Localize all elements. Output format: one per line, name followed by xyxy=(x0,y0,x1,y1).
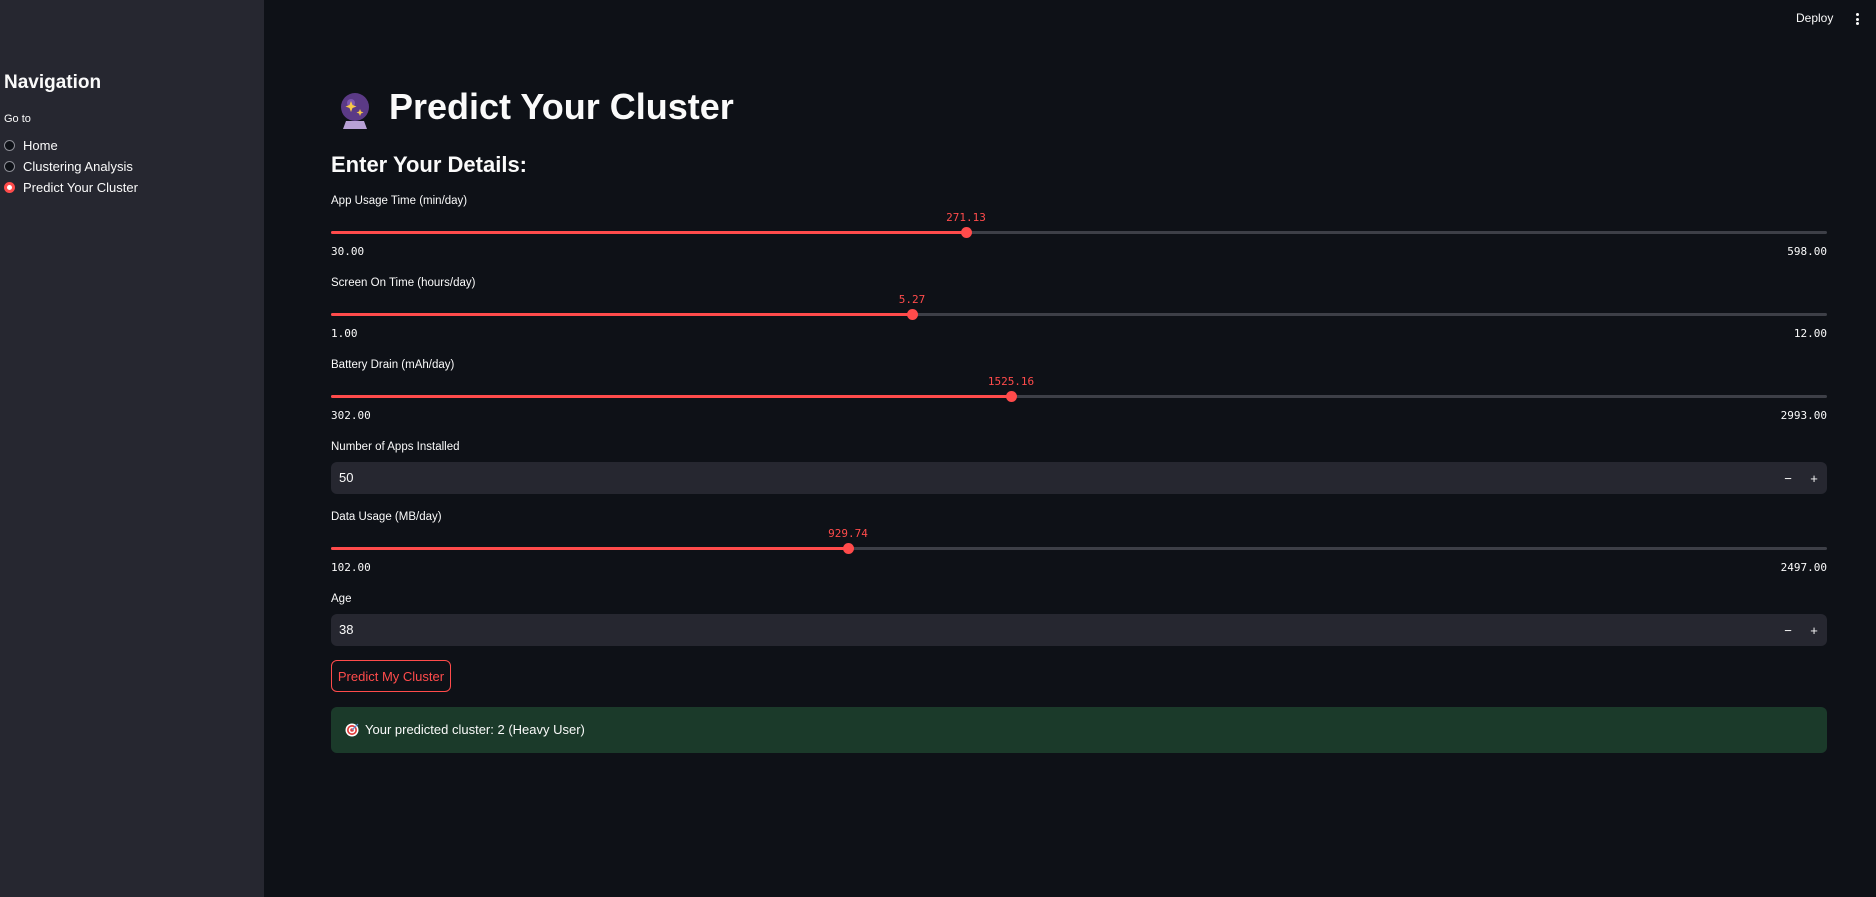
prediction-result-text: Your predicted cluster: 2 (Heavy User) xyxy=(365,722,585,737)
sidebar: Navigation Go to Home Clustering Analysi… xyxy=(0,0,264,897)
radio-label: Clustering Analysis xyxy=(23,159,133,174)
screen-on-label: Screen On Time (hours/day) xyxy=(331,277,476,289)
slider-current-value: 5.27 xyxy=(898,293,926,306)
slider-fill xyxy=(331,395,1011,398)
app-root: Navigation Go to Home Clustering Analysi… xyxy=(0,0,1876,897)
radio-label: Predict Your Cluster xyxy=(23,180,138,195)
slider-min-value: 30.00 xyxy=(331,245,365,258)
slider-thumb[interactable] xyxy=(906,309,918,320)
slider-max-value: 2993.00 xyxy=(1780,409,1827,422)
radio-option-predict-your-cluster[interactable]: Predict Your Cluster xyxy=(4,180,138,195)
data-usage-slider[interactable]: 929.74 xyxy=(331,527,1827,554)
increment-button[interactable]: + xyxy=(1801,462,1827,494)
battery-drain-slider[interactable]: 1525.16 xyxy=(331,375,1827,402)
deploy-button[interactable]: Deploy xyxy=(1796,11,1833,25)
slider-current-value: 1525.16 xyxy=(987,375,1035,388)
battery-drain-label: Battery Drain (mAh/day) xyxy=(331,359,455,371)
apps-installed-label: Number of Apps Installed xyxy=(331,441,460,453)
more-options-icon[interactable] xyxy=(1856,13,1860,25)
age-label: Age xyxy=(331,593,352,605)
slider-fill xyxy=(331,547,848,550)
radio-label: Home xyxy=(23,138,58,153)
age-input[interactable]: 38 − + xyxy=(331,614,1827,646)
target-icon xyxy=(345,723,359,737)
slider-min-value: 102.00 xyxy=(331,561,371,574)
slider-fill xyxy=(331,313,912,316)
data-usage-label: Data Usage (MB/day) xyxy=(331,511,442,523)
decrement-button[interactable]: − xyxy=(1775,614,1801,646)
age-value[interactable]: 38 xyxy=(339,622,353,637)
radio-group-label: Go to xyxy=(4,113,31,125)
decrement-button[interactable]: − xyxy=(1775,462,1801,494)
app-usage-slider[interactable]: 271.13 xyxy=(331,211,1827,238)
slider-current-value: 271.13 xyxy=(946,211,986,224)
page-title: Predict Your Cluster xyxy=(389,86,734,127)
crystal-ball-icon xyxy=(341,93,369,129)
slider-thumb[interactable] xyxy=(1005,391,1017,402)
slider-min-value: 302.00 xyxy=(331,409,371,422)
radio-option-clustering-analysis[interactable]: Clustering Analysis xyxy=(4,159,133,174)
slider-max-value: 598.00 xyxy=(1787,245,1827,258)
slider-max-value: 12.00 xyxy=(1793,327,1827,340)
increment-button[interactable]: + xyxy=(1801,614,1827,646)
app-usage-label: App Usage Time (min/day) xyxy=(331,195,468,207)
predict-my-cluster-button[interactable]: Predict My Cluster xyxy=(331,660,451,692)
slider-min-value: 1.00 xyxy=(331,327,358,340)
screen-on-slider[interactable]: 5.27 xyxy=(331,293,1827,320)
sidebar-title: Navigation xyxy=(4,72,102,93)
radio-option-home[interactable]: Home xyxy=(4,138,58,153)
radio-circle-unchecked[interactable] xyxy=(4,140,15,151)
radio-circle-checked[interactable] xyxy=(4,182,15,193)
slider-thumb[interactable] xyxy=(960,227,972,238)
slider-current-value: 929.74 xyxy=(828,527,868,540)
slider-fill xyxy=(331,231,966,234)
apps-installed-input[interactable]: 50 − + xyxy=(331,462,1827,494)
section-subheader: Enter Your Details: xyxy=(331,152,528,177)
prediction-success-alert: Your predicted cluster: 2 (Heavy User) xyxy=(331,707,1827,753)
slider-thumb[interactable] xyxy=(842,543,854,554)
slider-max-value: 2497.00 xyxy=(1780,561,1827,574)
apps-installed-value[interactable]: 50 xyxy=(339,470,353,485)
radio-circle-unchecked[interactable] xyxy=(4,161,15,172)
